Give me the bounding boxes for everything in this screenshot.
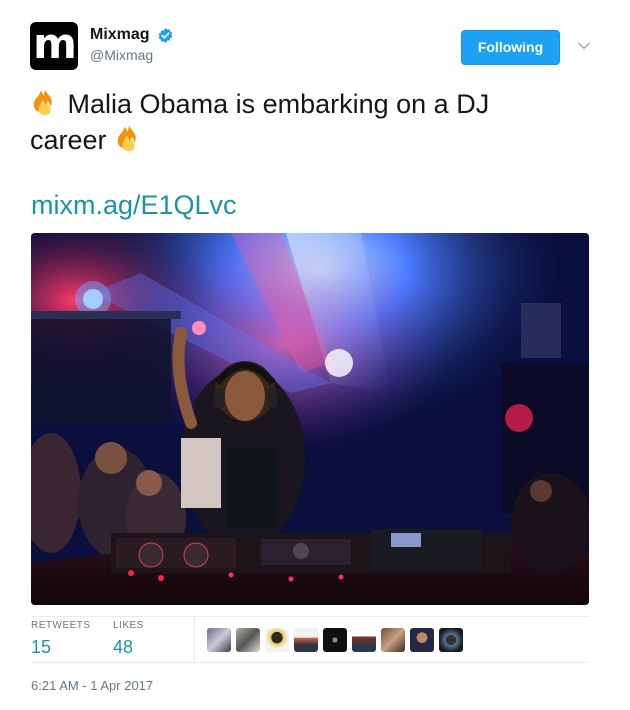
display-name[interactable]: Mixmag bbox=[90, 26, 150, 44]
tweet-text-line-1: Malia Obama is embarking on a DJ bbox=[67, 89, 490, 119]
tweet-text: Malia Obama is embarking on a DJ career bbox=[30, 86, 590, 158]
following-button[interactable]: Following bbox=[461, 30, 560, 65]
verified-badge-icon bbox=[158, 27, 173, 43]
likes-stat[interactable]: LIKES 48 bbox=[113, 620, 144, 658]
liker-avatar[interactable] bbox=[410, 628, 434, 652]
tweet-photo[interactable] bbox=[31, 233, 589, 605]
divider bbox=[31, 616, 589, 617]
liker-avatar[interactable] bbox=[381, 628, 405, 652]
stat-divider bbox=[194, 618, 195, 664]
tweet-timestamp[interactable]: 6:21 AM - 1 Apr 2017 bbox=[31, 678, 153, 693]
liker-avatar[interactable] bbox=[439, 628, 463, 652]
chevron-down-icon[interactable] bbox=[576, 38, 592, 54]
retweets-count: 15 bbox=[31, 637, 52, 657]
liker-avatar[interactable] bbox=[236, 628, 260, 652]
liker-avatar[interactable] bbox=[352, 628, 376, 652]
tweet-text-line-2: career bbox=[30, 125, 107, 155]
dj-photo bbox=[31, 233, 589, 605]
tweet-link[interactable]: mixm.ag/E1QLvc bbox=[31, 190, 237, 221]
liker-avatar[interactable] bbox=[265, 628, 289, 652]
likes-count: 48 bbox=[113, 637, 134, 657]
liker-avatar[interactable] bbox=[323, 628, 347, 652]
avatar[interactable]: m bbox=[30, 22, 78, 70]
tweet-header: m Mixmag @Mixmag Following bbox=[30, 22, 600, 72]
fire-icon bbox=[33, 88, 52, 116]
tweet-stats: RETWEETS 15 LIKES 48 bbox=[31, 618, 589, 664]
user-handle[interactable]: @Mixmag bbox=[90, 47, 174, 63]
likes-label: LIKES bbox=[113, 620, 144, 631]
retweets-stat[interactable]: RETWEETS 15 bbox=[31, 620, 91, 658]
retweets-label: RETWEETS bbox=[31, 620, 91, 631]
liker-avatar[interactable] bbox=[294, 628, 318, 652]
author-block: Mixmag @Mixmag bbox=[90, 26, 174, 63]
divider bbox=[31, 662, 589, 663]
fire-icon bbox=[117, 124, 136, 152]
mixmag-logo: m bbox=[33, 22, 77, 68]
liker-avatar[interactable] bbox=[207, 628, 231, 652]
